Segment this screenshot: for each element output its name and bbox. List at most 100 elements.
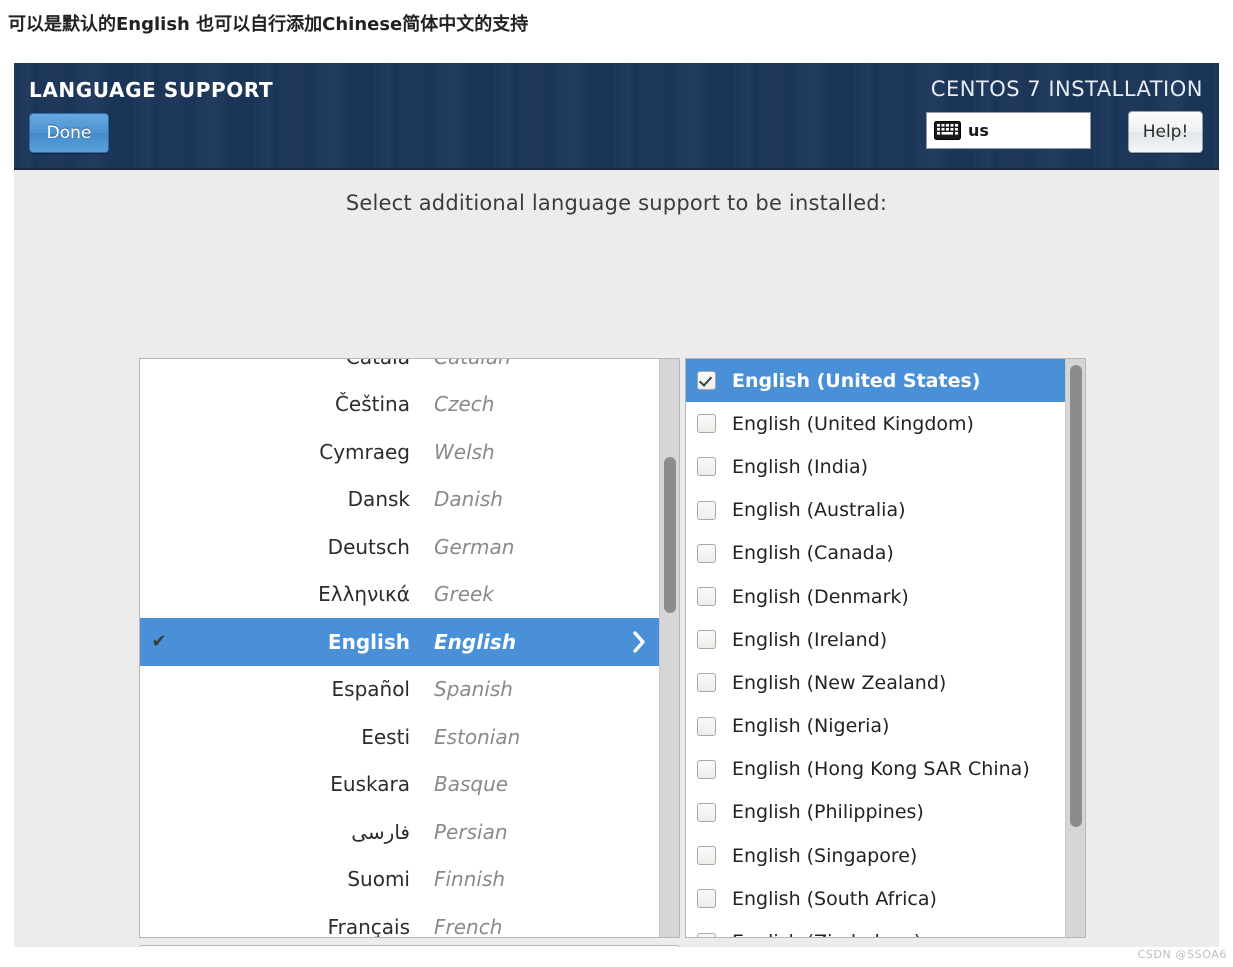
language-native-name: Čeština bbox=[334, 392, 410, 417]
installer-window: LANGUAGE SUPPORT Done CENTOS 7 INSTALLAT… bbox=[14, 63, 1219, 947]
locale-row[interactable]: English (New Zealand) bbox=[686, 661, 1065, 704]
language-list-viewport: CatalàCatalan Čeština Czech Cymraeg Welsh Dan… bbox=[140, 359, 659, 937]
language-native-name: Français bbox=[327, 914, 410, 937]
language-row[interactable]: Ελληνικά Greek bbox=[140, 571, 659, 619]
locale-row[interactable]: English (Canada) bbox=[686, 532, 1065, 575]
locale-row[interactable]: English (Ireland) bbox=[686, 618, 1065, 661]
locale-label: English (Canada) bbox=[732, 542, 894, 565]
watermark: CSDN @SSOA6 bbox=[1137, 948, 1227, 961]
language-search-box[interactable] bbox=[139, 945, 680, 947]
page-caption: 可以是默认的English 也可以自行添加Chinese简体中文的支持 bbox=[8, 14, 529, 35]
locale-checkbox[interactable] bbox=[697, 716, 716, 736]
done-button[interactable]: Done bbox=[29, 113, 109, 153]
locale-list-viewport: English (United States) English (United K… bbox=[686, 359, 1065, 937]
language-list: CatalàCatalan Čeština Czech Cymraeg Welsh Dan… bbox=[140, 359, 659, 937]
locale-label: English (Ireland) bbox=[732, 628, 888, 651]
language-native-name: Dansk bbox=[347, 487, 410, 512]
locale-checkbox[interactable] bbox=[697, 759, 716, 779]
language-list-panel: CatalàCatalan Čeština Czech Cymraeg Welsh Dan… bbox=[139, 358, 680, 938]
language-row[interactable]: Français French bbox=[140, 903, 659, 937]
language-row[interactable]: ✔ English English bbox=[140, 618, 659, 666]
language-english-name: Danish bbox=[434, 487, 503, 512]
spoke-body: Select additional language support to be… bbox=[14, 170, 1219, 947]
language-native-name: فارسی bbox=[351, 819, 410, 844]
language-row[interactable]: Čeština Czech bbox=[140, 381, 659, 429]
scrollbar-thumb[interactable] bbox=[1070, 364, 1082, 828]
language-english-name: Catalan bbox=[410, 359, 619, 369]
language-list-scrollbar[interactable] bbox=[659, 359, 679, 937]
locale-label: English (Zimbabwe) bbox=[732, 931, 921, 937]
locale-checkbox[interactable] bbox=[697, 587, 716, 607]
language-row[interactable]: Dansk Danish bbox=[140, 476, 659, 524]
locale-label: English (Denmark) bbox=[732, 585, 909, 608]
locale-row[interactable]: English (Hong Kong SAR China) bbox=[686, 748, 1065, 791]
locale-checkbox[interactable] bbox=[697, 932, 716, 937]
locale-row[interactable]: English (Singapore) bbox=[686, 834, 1065, 877]
language-row[interactable]: Eesti Estonian bbox=[140, 713, 659, 761]
locale-row[interactable]: English (Nigeria) bbox=[686, 705, 1065, 748]
locale-label: English (Philippines) bbox=[732, 801, 924, 824]
language-english-name: Greek bbox=[434, 582, 494, 607]
locale-label: English (United Kingdom) bbox=[732, 412, 974, 435]
locale-checkbox[interactable] bbox=[697, 543, 716, 563]
language-row[interactable]: فارسی Persian bbox=[140, 808, 659, 856]
instruction-text: Select additional language support to be… bbox=[345, 191, 888, 215]
installer-header: LANGUAGE SUPPORT Done CENTOS 7 INSTALLAT… bbox=[14, 63, 1219, 170]
help-button[interactable]: Help! bbox=[1128, 111, 1203, 153]
keyboard-layout-label: us bbox=[968, 121, 989, 140]
locale-checkbox[interactable] bbox=[697, 802, 716, 822]
language-english-name: Basque bbox=[434, 772, 509, 797]
language-native-name: Español bbox=[331, 677, 410, 702]
locale-row[interactable]: English (Denmark) bbox=[686, 575, 1065, 618]
locale-label: English (Hong Kong SAR China) bbox=[732, 758, 1030, 781]
locale-label: English (Australia) bbox=[732, 499, 906, 522]
language-english-name: Spanish bbox=[434, 677, 513, 702]
language-native-name: Suomi bbox=[347, 867, 410, 892]
locale-list-panel: English (United States) English (United K… bbox=[685, 358, 1086, 938]
language-native-name: Eesti bbox=[361, 724, 410, 749]
locale-row[interactable]: English (Zimbabwe) bbox=[686, 920, 1065, 937]
locale-checkbox[interactable] bbox=[697, 630, 716, 650]
locale-list: English (United States) English (United K… bbox=[686, 359, 1065, 937]
chevron-right-icon bbox=[619, 630, 659, 654]
locale-row[interactable]: English (Australia) bbox=[686, 489, 1065, 532]
language-row[interactable]: Cymraeg Welsh bbox=[140, 428, 659, 476]
locale-label: English (Singapore) bbox=[732, 844, 918, 867]
locale-checkbox[interactable] bbox=[697, 371, 716, 391]
language-native-name: Cymraeg bbox=[319, 439, 410, 464]
language-english-name: English bbox=[434, 629, 517, 654]
locale-row[interactable]: English (India) bbox=[686, 445, 1065, 488]
locale-row[interactable]: English (United States) bbox=[686, 359, 1065, 403]
keyboard-icon bbox=[934, 121, 961, 140]
locale-checkbox[interactable] bbox=[697, 673, 716, 693]
keyboard-layout-indicator[interactable]: us bbox=[926, 112, 1091, 149]
language-native-name: Euskara bbox=[330, 772, 410, 797]
language-native-name: Català bbox=[178, 359, 410, 369]
locale-checkbox[interactable] bbox=[697, 846, 716, 866]
language-row[interactable]: Deutsch German bbox=[140, 523, 659, 571]
language-row[interactable]: Suomi Finnish bbox=[140, 856, 659, 904]
locale-checkbox[interactable] bbox=[697, 500, 716, 520]
locale-checkbox[interactable] bbox=[697, 889, 716, 909]
page-title: LANGUAGE SUPPORT bbox=[29, 78, 274, 102]
locale-checkbox[interactable] bbox=[697, 414, 716, 434]
language-english-name: German bbox=[434, 534, 515, 559]
language-native-name: English bbox=[327, 629, 410, 654]
installation-title: CENTOS 7 INSTALLATION bbox=[930, 77, 1203, 101]
locale-row[interactable]: English (United Kingdom) bbox=[686, 402, 1065, 445]
language-row[interactable]: Español Spanish bbox=[140, 666, 659, 714]
locale-checkbox[interactable] bbox=[697, 457, 716, 477]
locale-row[interactable]: English (Philippines) bbox=[686, 791, 1065, 834]
locale-list-scrollbar[interactable] bbox=[1065, 359, 1085, 937]
language-row[interactable]: CatalàCatalan bbox=[140, 359, 659, 381]
language-english-name: Finnish bbox=[434, 867, 506, 892]
checkmark-icon: ✔ bbox=[151, 630, 167, 652]
language-english-name: French bbox=[434, 914, 503, 937]
locale-label: English (South Africa) bbox=[732, 887, 937, 910]
language-native-name: Ελληνικά bbox=[318, 582, 410, 607]
locale-row[interactable]: English (South Africa) bbox=[686, 877, 1065, 920]
locale-label: English (United States) bbox=[732, 369, 981, 392]
scrollbar-thumb[interactable] bbox=[664, 457, 676, 614]
language-row[interactable]: Euskara Basque bbox=[140, 761, 659, 809]
locale-label: English (New Zealand) bbox=[732, 671, 947, 694]
